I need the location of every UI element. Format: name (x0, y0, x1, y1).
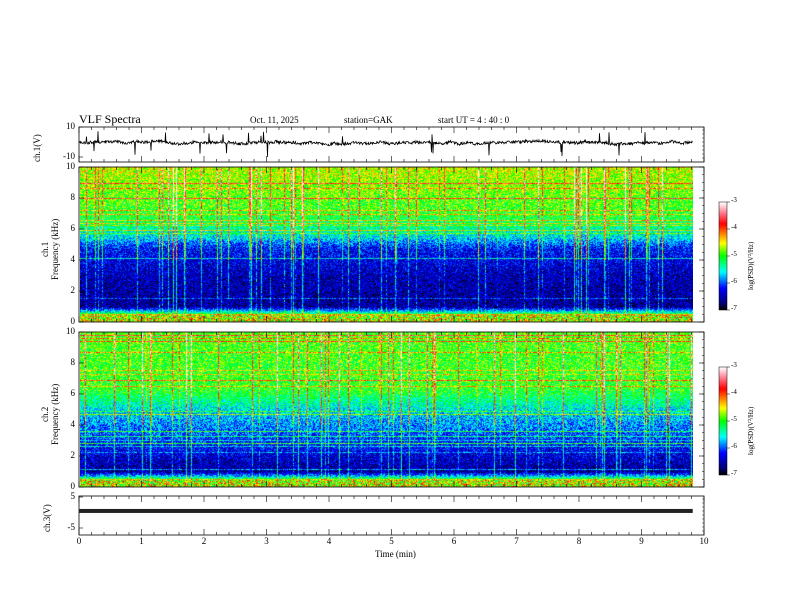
colorbar-tick-label: -4 (731, 388, 737, 396)
y-tick-label: 8 (70, 357, 76, 367)
y-tick-label: 4 (70, 419, 76, 429)
y-tick-label: 6 (70, 388, 76, 398)
x-tick-label: 10 (699, 536, 709, 546)
y-tick-label: 0 (70, 316, 76, 326)
y-tick-label: 2 (70, 285, 76, 295)
panel-frame (78, 166, 705, 323)
colorbar1-label: log(PSD)(V²/Hz) (747, 241, 755, 290)
colorbar-tick-label: -6 (731, 277, 737, 285)
y-tick-label: -5 (67, 522, 76, 532)
x-tick-label: 5 (389, 536, 394, 546)
colorbar-frame (718, 366, 728, 476)
colorbar-tick-label: -5 (731, 415, 737, 423)
colorbar-tick-label: -4 (731, 223, 737, 231)
x-tick-label: 3 (264, 536, 269, 546)
colorbar-frame (718, 201, 728, 311)
x-tick-label: 0 (76, 536, 82, 546)
ch1-spec-ylabel-line2: Frequency (kHz) (50, 218, 60, 280)
x-tick-label: 4 (326, 536, 332, 546)
ch1-spec-ylabel-line1: ch.1 (40, 241, 50, 258)
x-tick-label: 9 (639, 536, 644, 546)
colorbar-tick-label: -7 (731, 469, 737, 477)
y-tick-label: 10 (66, 326, 75, 336)
x-axis-label: Time (min) (375, 549, 416, 559)
ch1-spec-ylabel: ch.1 Frequency (kHz) (40, 219, 60, 280)
y-tick-label: 8 (70, 192, 76, 202)
y-tick-label: 10 (66, 161, 75, 171)
x-tick-label: 6 (451, 536, 457, 546)
y-tick-label: 10 (66, 121, 75, 131)
ch1-ylabel: ch.1(V) (32, 134, 42, 162)
y-tick-label: 4 (70, 254, 76, 264)
ch3-trace (79, 508, 693, 513)
colorbar-tick-label: -7 (731, 304, 737, 312)
x-tick-label: 2 (201, 536, 207, 546)
y-tick-label: 5 (70, 491, 76, 501)
ch2-spec-ylabel-line1: ch.2 (40, 406, 50, 423)
x-tick-label: 7 (514, 536, 519, 546)
colorbar-tick-label: -3 (731, 196, 737, 204)
ch1-trace (78, 131, 693, 157)
y-tick-label: 2 (70, 450, 76, 460)
colorbar-tick-label: -5 (731, 250, 737, 258)
colorbar-tick-label: -3 (731, 361, 737, 369)
y-tick-label: -10 (63, 151, 75, 161)
y-tick-label: 6 (70, 223, 76, 233)
y-tick-label: 0 (70, 481, 76, 491)
ch2-spec-ylabel: ch.2 Frequency (kHz) (40, 384, 60, 445)
colorbar-tick-label: -6 (731, 442, 737, 450)
axes-layer (78, 126, 730, 536)
colorbar2-label: log(PSD)(V²/Hz) (747, 406, 755, 455)
vlf-spectra-figure: VLF Spectra Oct. 11, 2025 station=GAK st… (0, 0, 792, 612)
x-tick-label: 1 (139, 536, 144, 546)
panel-frame (78, 331, 705, 488)
x-tick-label: 8 (576, 536, 582, 546)
ch2-spec-ylabel-line2: Frequency (kHz) (50, 383, 60, 445)
ch3-ylabel: ch.3(V) (42, 504, 52, 532)
